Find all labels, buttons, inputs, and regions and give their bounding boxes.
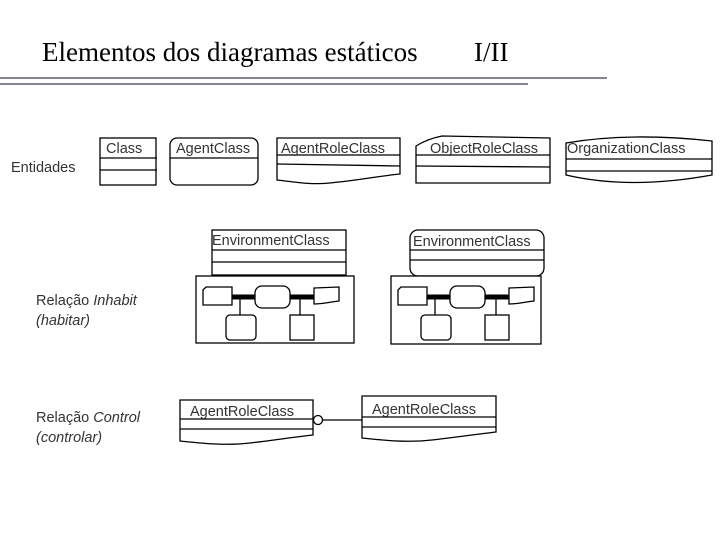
diagram-canvas: Elementos dos diagramas estáticos I/II E… — [0, 37, 713, 446]
inhabit-relation-label: Relação Inhabit — [36, 293, 138, 309]
agent-class-icon — [225, 314, 257, 341]
class-label: Class — [106, 141, 142, 157]
controlled-label: AgentRoleClass — [372, 402, 476, 418]
object-role-icon — [202, 286, 233, 306]
object-role-icon — [397, 286, 428, 306]
inhabit-example-1[interactable]: EnvironmentClass — [195, 229, 355, 344]
entities-label: Entidades — [11, 160, 76, 176]
agent-role-icon — [508, 286, 535, 305]
class-icon — [289, 314, 315, 341]
page-title: Elementos dos diagramas estáticos — [42, 37, 418, 67]
control-translation: (controlar) — [36, 430, 102, 446]
agent-role-class-label: AgentRoleClass — [281, 141, 385, 157]
agent-class-label: AgentClass — [176, 141, 250, 157]
organization-class-entity[interactable]: OrganizationClass — [565, 136, 713, 184]
inhabit-example-2[interactable]: EnvironmentClass — [390, 229, 545, 345]
controller-agent-role[interactable]: AgentRoleClass — [179, 399, 314, 445]
class-entity[interactable]: Class — [99, 137, 157, 186]
control-connector-icon — [312, 414, 324, 426]
class-icon — [484, 314, 510, 341]
agent-class-icon — [420, 314, 452, 341]
agent-role-icon — [313, 286, 340, 305]
environment-class-label: EnvironmentClass — [413, 234, 531, 250]
environment-class-label: EnvironmentClass — [212, 233, 330, 249]
organization-class-label: OrganizationClass — [567, 141, 685, 157]
controller-label: AgentRoleClass — [190, 404, 294, 420]
agent-icon — [254, 285, 291, 309]
controlled-agent-role[interactable]: AgentRoleClass — [361, 395, 497, 442]
agent-icon — [449, 285, 486, 309]
object-role-class-entity[interactable]: ObjectRoleClass — [415, 135, 551, 184]
object-role-class-label: ObjectRoleClass — [430, 141, 538, 157]
page-number: I/II — [474, 37, 508, 67]
agent-class-entity[interactable]: AgentClass — [169, 137, 259, 186]
agent-role-class-entity[interactable]: AgentRoleClass — [276, 137, 401, 185]
inhabit-translation: (habitar) — [36, 313, 90, 329]
control-relation-label: Relação Control — [36, 410, 141, 426]
